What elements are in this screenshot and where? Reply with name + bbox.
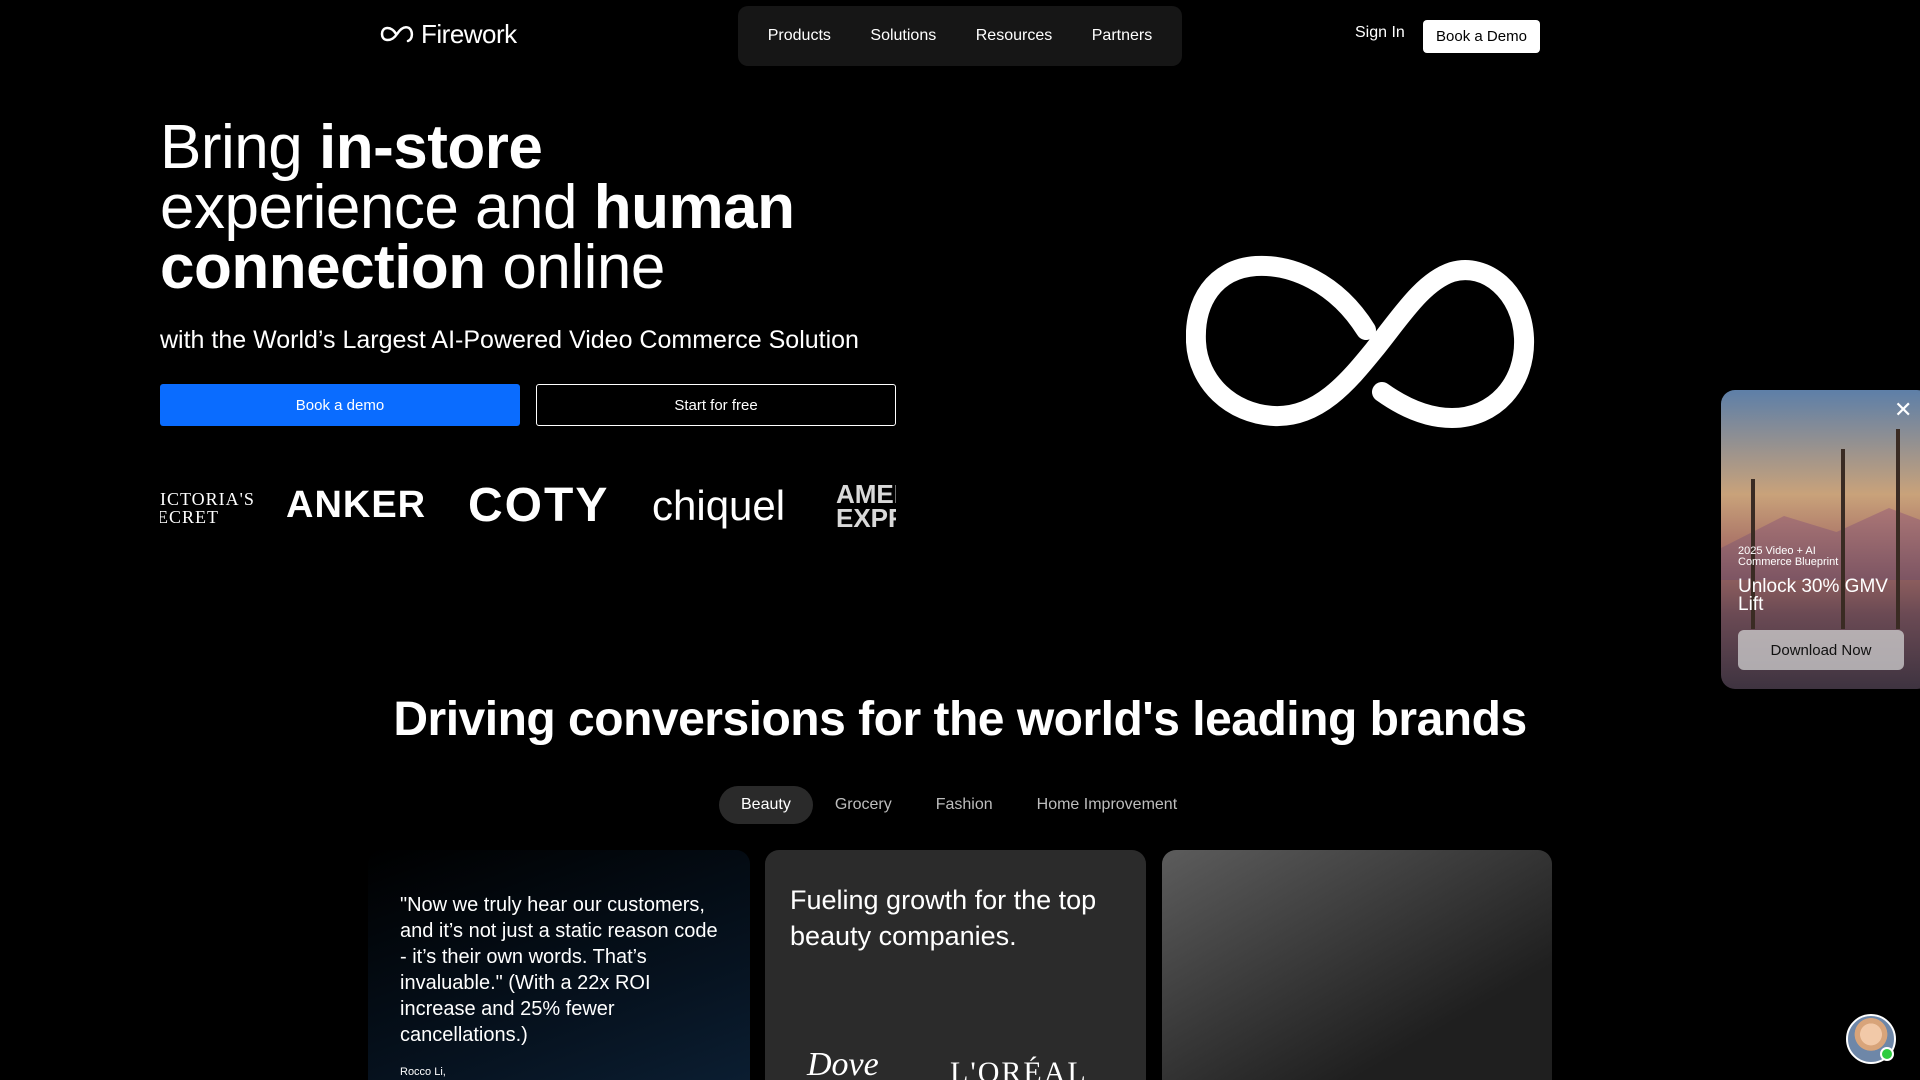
close-icon[interactable]: ✕ [1894,397,1912,423]
testimonial-quote: "Now we truly hear our customers, and it… [400,894,718,1046]
book-a-demo-button[interactable]: Book a demo [160,384,520,426]
hero-title-bold: connection [160,233,486,302]
main-nav: Products Solutions Resources Partners [738,6,1182,66]
hero-title-bold: human [593,173,795,242]
start-for-free-button[interactable]: Start for free [536,384,896,426]
coty-logo: COTY [468,479,610,532]
tab-fashion[interactable]: Fashion [914,786,1015,824]
nav-resources[interactable]: Resources [976,27,1052,45]
anker-logo: ANKER [286,484,427,526]
nav-solutions[interactable]: Solutions [870,27,936,45]
nav-products[interactable]: Products [768,27,831,45]
hero-title-bold: in-store [318,113,543,182]
hero-title-part: experience and [160,173,594,242]
tab-home-improvement[interactable]: Home Improvement [1015,786,1200,824]
hero-title-part: online [485,233,665,302]
beauty-companies-card[interactable]: Fueling growth for the top beauty compan… [765,850,1146,1080]
tab-grocery[interactable]: Grocery [813,786,914,824]
testimonial-author: Rocco Li, [400,1066,446,1078]
brand-logo-carousel: VICTORIA'S SECRET ANKER COTY chiquel AME… [160,470,896,544]
card-title: Fueling growth for the top beauty compan… [790,885,1097,951]
chiquel-logo: chiquel [652,482,786,529]
promo-video-card[interactable]: 2025 Video + AI Commerce Blueprint Unloc… [1721,390,1920,689]
nav-partners[interactable]: Partners [1092,27,1152,45]
promo-kicker: 2025 Video + AI Commerce Blueprint [1738,545,1839,568]
online-status-icon [1880,1047,1894,1061]
firework-logo[interactable]: Firework [379,18,517,50]
tab-beauty[interactable]: Beauty [719,786,813,824]
hero-title: Bring in-store experience and human conn… [160,117,960,299]
american-express-logo: AMERICAN EXPRESS [836,479,896,533]
dove-logo: Dove [807,1046,879,1080]
download-now-button[interactable]: Download Now [1738,630,1904,670]
infinity-logo-icon [380,26,414,43]
section-title: Driving conversions for the world's lead… [393,693,1527,746]
loreal-logo: L'ORÉAL [950,1056,1088,1080]
logo-text: Firework [421,18,517,49]
book-demo-button[interactable]: Book a Demo [1423,20,1540,53]
promo-title: Unlock 30% GMV Lift [1738,576,1888,615]
hero-title-part: Bring [160,113,319,182]
industry-tabs: Beauty Grocery Fashion Home Improvement [719,784,1199,826]
sign-in-link[interactable]: Sign In [1355,24,1405,42]
hero-subtitle: with the World’s Largest AI-Powered Vide… [160,326,859,354]
testimonial-card[interactable]: "Now we truly hear our customers, and it… [368,850,750,1080]
infinity-hero-icon [1186,255,1535,429]
victorias-secret-logo: VICTORIA'S SECRET [160,489,255,527]
video-card[interactable] [1162,850,1552,1080]
